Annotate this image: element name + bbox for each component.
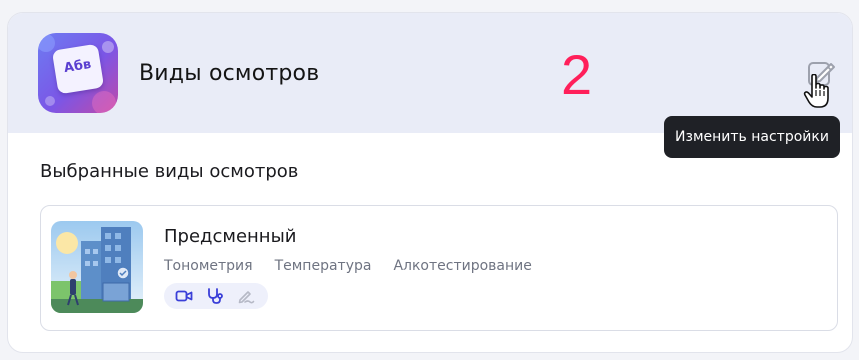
city-illustration: [51, 221, 143, 313]
signature-icon: [238, 291, 255, 304]
exam-type-illustration: [51, 221, 143, 313]
exam-methods-pill: [164, 283, 268, 309]
app-icon-sticker: Абв: [51, 43, 105, 95]
tag-alcotest: Алкотестирование: [393, 258, 532, 274]
exam-type-tags: Тонометрия Температура Алкотестирование: [164, 258, 532, 274]
edit-settings-tooltip: Изменить настройки: [664, 116, 840, 158]
card-header: Абв Виды осмотров 2: [8, 13, 852, 133]
exam-types-app-icon: Абв: [38, 33, 118, 113]
step-number-annotation: 2: [561, 43, 593, 106]
exam-type-title: Предсменный: [164, 226, 297, 247]
edit-pencil-icon: [808, 62, 835, 86]
stethoscope-icon: [208, 288, 223, 304]
edit-settings-button[interactable]: [804, 57, 838, 91]
tag-tonometry: Тонометрия: [164, 258, 253, 274]
selected-exam-types-heading: Выбранные виды осмотров: [40, 161, 299, 182]
video-camera-icon: [175, 290, 193, 302]
tag-temperature: Температура: [274, 258, 372, 274]
page-title: Виды осмотров: [139, 61, 320, 86]
app-icon-text: Абв: [62, 56, 93, 77]
exam-types-card: Абв Виды осмотров 2 Изменить настройки В…: [7, 12, 853, 353]
exam-type-card[interactable]: Предсменный Тонометрия Температура Алкот…: [40, 205, 838, 331]
